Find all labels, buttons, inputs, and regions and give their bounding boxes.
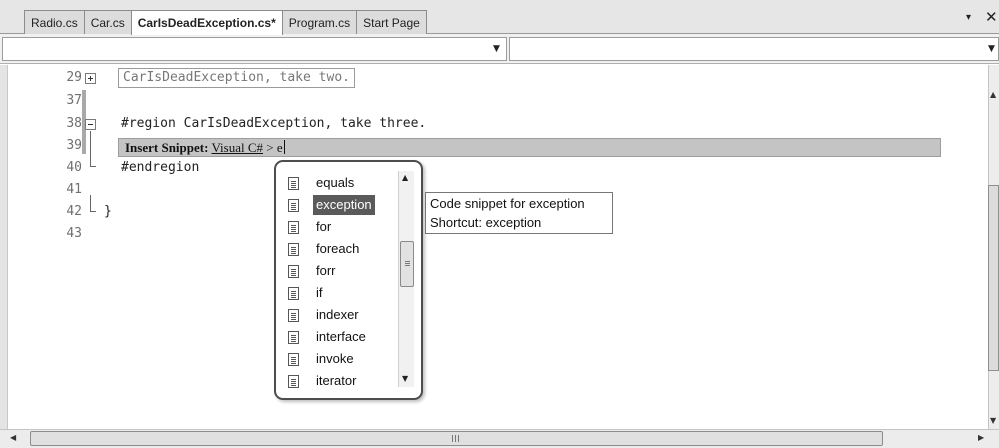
scroll-down-arrow-icon[interactable]: ▼	[402, 374, 408, 383]
line-number: 37	[66, 93, 82, 108]
snippet-icon	[288, 199, 299, 212]
chevron-down-icon: ▼	[988, 44, 995, 54]
snippet-icon	[288, 353, 299, 366]
snippet-icon	[288, 287, 299, 300]
scrollbar-thumb[interactable]	[400, 241, 414, 287]
member-selector-dropdown[interactable]: ▼	[509, 37, 999, 61]
list-item[interactable]: foreach	[288, 239, 396, 259]
list-item-selected[interactable]: exception	[288, 195, 396, 215]
code-line: }	[104, 204, 112, 219]
document-tab-strip: Radio.cs Car.cs CarIsDeadException.cs* P…	[0, 0, 999, 35]
editor-horizontal-scrollbar-thumb[interactable]	[30, 431, 883, 446]
list-item[interactable]: invoke	[288, 349, 396, 369]
tab-carisdeadexception-cs[interactable]: CarIsDeadException.cs*	[130, 10, 283, 35]
snippet-completion-list[interactable]: equals exception for foreach forr if ind…	[274, 160, 423, 400]
snippet-icon	[288, 243, 299, 256]
line-number: 40	[66, 160, 82, 175]
line-number: 42	[66, 204, 82, 219]
text-caret	[283, 140, 285, 154]
grip-icon	[452, 435, 453, 442]
list-item[interactable]: interface	[288, 327, 396, 347]
list-item[interactable]: equals	[288, 173, 396, 193]
tab-start-page[interactable]: Start Page	[356, 10, 427, 34]
snippet-icon	[288, 221, 299, 234]
line-number: 43	[66, 226, 82, 241]
outline-guide	[90, 195, 91, 212]
snippet-path-separator: >	[266, 140, 274, 155]
snippet-icon	[288, 331, 299, 344]
snippet-icon	[288, 265, 299, 278]
document-tabs: Radio.cs Car.cs CarIsDeadException.cs* P…	[24, 10, 427, 35]
tab-car-cs[interactable]: Car.cs	[83, 10, 132, 34]
snippet-path-link[interactable]: Visual C#	[211, 140, 263, 155]
expand-region-icon[interactable]	[85, 73, 96, 84]
line-number: 38	[66, 116, 82, 131]
type-selector-dropdown[interactable]: ▼	[2, 37, 507, 61]
completion-scrollbar[interactable]: ▲ ▼	[398, 171, 414, 387]
insert-snippet-label: Insert Snippet:	[125, 140, 209, 155]
outline-guide	[90, 131, 91, 167]
tab-program-cs[interactable]: Program.cs	[281, 10, 358, 34]
tooltip-shortcut: Shortcut: exception	[430, 215, 542, 230]
snippet-typed-text[interactable]: e	[277, 140, 283, 155]
scroll-down-arrow-icon[interactable]: ▼	[990, 416, 996, 425]
scroll-right-arrow-icon[interactable]: ▶	[978, 433, 984, 442]
line-number: 29	[66, 70, 82, 85]
editor-vertical-scrollbar-thumb[interactable]	[988, 185, 999, 371]
outline-guide	[90, 211, 96, 212]
scroll-up-arrow-icon[interactable]: ▲	[990, 90, 996, 99]
list-item[interactable]: indexer	[288, 305, 396, 325]
list-item[interactable]: forr	[288, 261, 396, 281]
scroll-up-arrow-icon[interactable]: ▲	[402, 173, 408, 182]
line-number: 39	[66, 138, 82, 153]
tab-radio-cs[interactable]: Radio.cs	[24, 10, 85, 34]
code-line: #region CarIsDeadException, take three.	[121, 116, 427, 131]
snippet-icon	[288, 309, 299, 322]
chevron-down-icon: ▼	[493, 44, 500, 54]
snippet-icon	[288, 177, 299, 190]
list-item[interactable]: iterator	[288, 371, 396, 391]
line-number: 41	[66, 182, 82, 197]
snippet-description-tooltip: Code snippet for exception Shortcut: exc…	[425, 192, 613, 234]
close-tab-icon[interactable]: ✕	[985, 8, 998, 26]
list-item[interactable]: if	[288, 283, 396, 303]
navigation-bar: ▼ ▼	[0, 34, 999, 64]
selection-margin	[0, 65, 8, 429]
code-line: #endregion	[121, 160, 200, 175]
snippet-icon	[288, 375, 299, 388]
grip-icon	[405, 261, 410, 262]
scroll-left-arrow-icon[interactable]: ◀	[10, 433, 16, 442]
outline-guide	[90, 166, 96, 167]
tooltip-description: Code snippet for exception	[430, 196, 585, 211]
collapsed-region[interactable]: CarIsDeadException, take two.	[118, 68, 355, 88]
tab-list-dropdown-icon[interactable]: ▾	[966, 12, 971, 23]
collapse-region-icon[interactable]	[85, 119, 96, 130]
insert-snippet-bar: Insert Snippet: Visual C# > e	[118, 138, 941, 157]
list-item[interactable]: for	[288, 217, 396, 237]
